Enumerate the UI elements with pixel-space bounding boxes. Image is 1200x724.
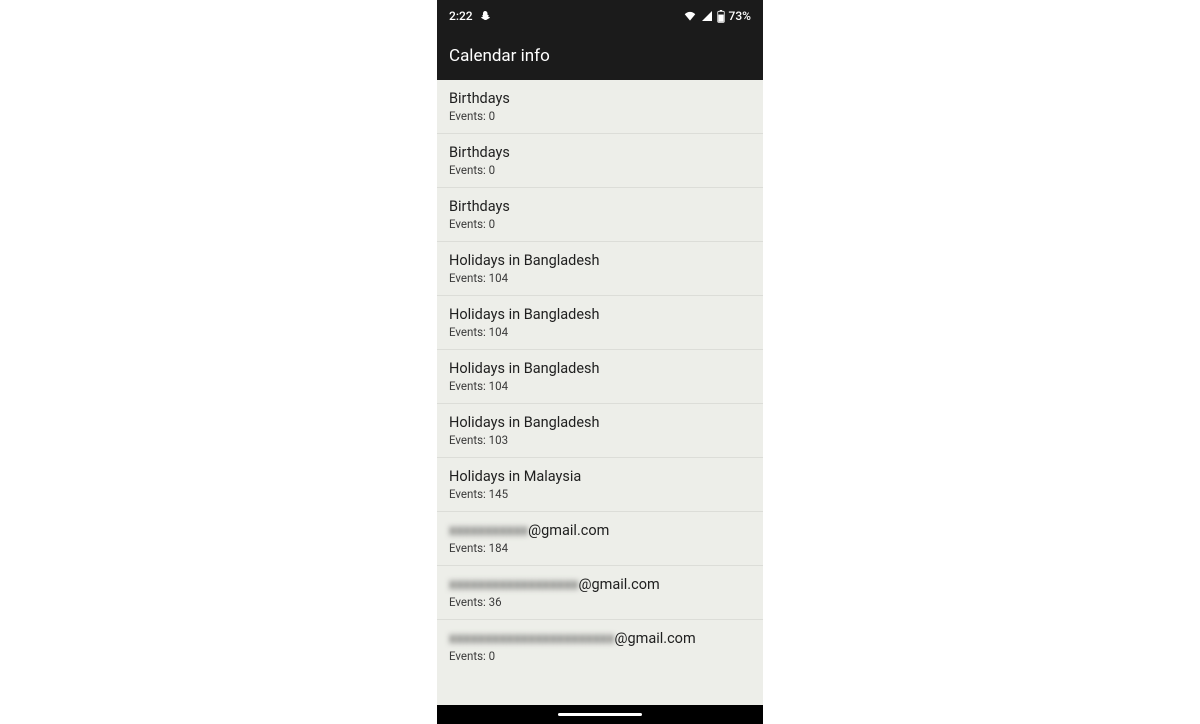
redacted-text: xxxxxxxxxxxxxxxxxx [449,576,578,594]
list-item-title: xxxxxxxxxxx@gmail.com [449,522,751,540]
list-item[interactable]: xxxxxxxxxxx@gmail.comEvents: 184 [437,512,763,566]
list-item-title-text: @gmail.com [528,522,609,539]
list-item-title: Holidays in Bangladesh [449,360,751,378]
list-item-title: Holidays in Bangladesh [449,252,751,270]
status-right: 73% [683,9,751,23]
content-area: BirthdaysEvents: 0BirthdaysEvents: 0Birt… [437,80,763,705]
redacted-text: xxxxxxxxxxx [449,522,528,540]
list-item-subtitle: Events: 103 [449,432,751,448]
phone-frame: 2:22 73% Calendar info [437,0,763,724]
list-item[interactable]: xxxxxxxxxxxxxxxxxxxxxxx@gmail.comEvents:… [437,620,763,673]
list-item-title: xxxxxxxxxxxxxxxxxxxxxxx@gmail.com [449,630,751,648]
status-bar: 2:22 73% [437,0,763,32]
wifi-icon [683,10,697,22]
list-item-subtitle: Events: 104 [449,378,751,394]
list-item[interactable]: BirthdaysEvents: 0 [437,80,763,134]
list-item[interactable]: Holidays in BangladeshEvents: 104 [437,296,763,350]
list-item-subtitle: Events: 0 [449,162,751,178]
list-item[interactable]: Holidays in MalaysiaEvents: 145 [437,458,763,512]
list-item-subtitle: Events: 104 [449,270,751,286]
battery-icon [717,10,725,23]
list-item[interactable]: xxxxxxxxxxxxxxxxxx@gmail.comEvents: 36 [437,566,763,620]
status-left: 2:22 [449,9,491,23]
list-item-title: Holidays in Malaysia [449,468,751,486]
status-time: 2:22 [449,9,473,23]
redacted-text: xxxxxxxxxxxxxxxxxxxxxxx [449,630,614,648]
list-item-title-text: @gmail.com [578,576,659,593]
list-item-title: Birthdays [449,90,751,108]
list-item-subtitle: Events: 36 [449,594,751,610]
snapchat-icon [479,10,491,22]
app-bar-title: Calendar info [449,46,550,66]
list-item[interactable]: Holidays in BangladeshEvents: 103 [437,404,763,458]
list-item-subtitle: Events: 145 [449,486,751,502]
navigation-bar [437,705,763,724]
list-item-subtitle: Events: 0 [449,216,751,232]
page-root: 2:22 73% Calendar info [0,0,1200,724]
list-item-title: xxxxxxxxxxxxxxxxxx@gmail.com [449,576,751,594]
status-battery-text: 73% [729,9,751,23]
list-item-subtitle: Events: 0 [449,648,751,664]
list-item[interactable]: Holidays in BangladeshEvents: 104 [437,242,763,296]
list-item-title: Holidays in Bangladesh [449,306,751,324]
list-item-subtitle: Events: 0 [449,108,751,124]
list-item-title: Holidays in Bangladesh [449,414,751,432]
list-item[interactable]: BirthdaysEvents: 0 [437,134,763,188]
list-item[interactable]: BirthdaysEvents: 0 [437,188,763,242]
list-item-title-text: @gmail.com [614,630,695,647]
calendar-list[interactable]: BirthdaysEvents: 0BirthdaysEvents: 0Birt… [437,80,763,673]
list-item-subtitle: Events: 184 [449,540,751,556]
cellular-icon [701,10,713,22]
app-bar: Calendar info [437,32,763,80]
list-item-subtitle: Events: 104 [449,324,751,340]
list-item-title: Birthdays [449,144,751,162]
list-item-title: Birthdays [449,198,751,216]
list-item[interactable]: Holidays in BangladeshEvents: 104 [437,350,763,404]
gesture-pill[interactable] [558,713,642,716]
